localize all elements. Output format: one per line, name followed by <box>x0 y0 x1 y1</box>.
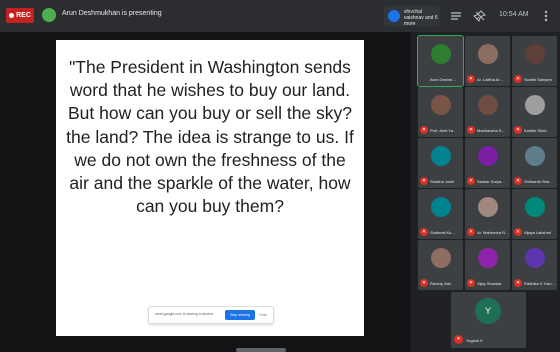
participant-name: Shalmali Ku… <box>430 230 456 235</box>
self-name: Yogesh K <box>466 338 483 343</box>
mic-off-icon: ✕ <box>514 177 522 185</box>
slide-quote: "The President in Washington sends word … <box>66 57 354 217</box>
stop-sharing-button[interactable]: Stop sharing <box>225 310 255 320</box>
participant-avatar <box>431 197 451 217</box>
grid-view-icon[interactable] <box>448 8 464 24</box>
mic-off-icon: ✕ <box>420 177 428 185</box>
presentation-stage: "The President in Washington sends word … <box>0 32 410 352</box>
participant-name: Vijaya Lakshmi <box>524 230 551 235</box>
self-avatar: Y <box>475 298 501 324</box>
participant-tile[interactable]: Arun Deshm… <box>417 35 464 87</box>
pin-icon[interactable] <box>472 8 488 24</box>
mic-off-icon: ✕ <box>420 126 428 134</box>
self-tile[interactable]: Y ✕ Yogesh K <box>451 292 526 348</box>
mic-off-icon: ✕ <box>467 279 475 287</box>
participant-tile[interactable]: ✕ Madhavsha S… <box>465 87 510 137</box>
participant-name: Raviraj Jain <box>430 281 451 286</box>
participant-name: Shubha Joshi <box>430 179 455 184</box>
participant-name: Swathi Sanyam <box>524 77 552 82</box>
screen-share-bar: meet.google.com is sharing a window Stop… <box>148 306 274 324</box>
participant-name: Sankar Surya… <box>477 179 506 184</box>
mic-off-icon: ✕ <box>467 228 475 236</box>
mic-off-icon: ✕ <box>514 279 522 287</box>
mic-off-icon: ✕ <box>420 228 428 236</box>
mic-off-icon: ✕ <box>454 335 463 344</box>
participant-tile[interactable]: ✕ Ar. Mahendra R… <box>465 189 510 239</box>
participant-avatar <box>478 248 498 268</box>
mic-off-icon: ✕ <box>514 228 522 236</box>
participant-tile[interactable]: ✕ Swathi Sanyam <box>512 36 557 86</box>
participant-tile[interactable]: ✕ Kartikk Shah <box>512 87 557 137</box>
participant-avatar <box>478 197 498 217</box>
mic-off-icon: ✕ <box>467 177 475 185</box>
participant-name: Shrikanth Sha… <box>524 179 554 184</box>
participant-name: Kartikk Shah <box>524 128 547 133</box>
controls-handle[interactable] <box>236 348 286 352</box>
participant-avatar <box>431 248 451 268</box>
participant-avatar <box>431 44 451 64</box>
participant-avatar <box>525 146 545 166</box>
participant-tile[interactable]: ✕ Ar. Lalitha Ar… <box>465 36 510 86</box>
participant-tile[interactable]: ✕ Prof. Amit Ya… <box>418 87 463 137</box>
participant-avatar <box>478 146 498 166</box>
presenter-avatar <box>42 8 56 22</box>
participant-tile[interactable]: ✕ Radhika V. Kan… <box>512 240 557 290</box>
rec-dot-icon <box>9 13 15 18</box>
mic-off-icon: ✕ <box>420 279 428 287</box>
hide-share-bar-button[interactable]: Hide <box>259 312 267 317</box>
participant-avatar <box>525 95 545 115</box>
participant-tile[interactable]: ✕ Shalmali Ku… <box>418 189 463 239</box>
participant-tile[interactable]: ✕ Raviraj Jain <box>418 240 463 290</box>
participant-avatar <box>388 10 400 22</box>
mic-off-icon: ✕ <box>467 126 475 134</box>
participant-tile[interactable]: ✕ Shrikanth Sha… <box>512 138 557 188</box>
presenter-status: Arun Deshmukhan is presenting <box>62 10 162 17</box>
participant-avatar <box>525 44 545 64</box>
participant-tile[interactable]: ✕ Vijaya Lakshmi <box>512 189 557 239</box>
share-message: meet.google.com is sharing a window <box>155 312 214 316</box>
participant-name: Vijay Shankar <box>477 281 502 286</box>
more-icon[interactable] <box>538 8 554 24</box>
participant-name: Prof. Amit Ya… <box>430 128 457 133</box>
participant-avatar <box>431 146 451 166</box>
participant-tile[interactable]: ✕ Sankar Surya… <box>465 138 510 188</box>
participant-name: Ar. Mahendra R… <box>477 230 509 235</box>
participant-name: Ar. Lalitha Ar… <box>477 77 504 82</box>
mic-off-icon: ✕ <box>467 75 475 83</box>
participant-avatar <box>525 197 545 217</box>
recording-label: REC <box>16 12 31 19</box>
participant-tile[interactable]: ✕ Vijay Shankar <box>465 240 510 290</box>
participant-avatar <box>431 95 451 115</box>
participants-badge[interactable]: shivchal vaishnav and 6 more <box>384 6 440 27</box>
participant-avatar <box>478 44 498 64</box>
participant-name: Radhika V. Kan… <box>524 281 556 286</box>
participants-badge-text: shivchal vaishnav and 6 more <box>404 9 438 27</box>
participant-avatar <box>525 248 545 268</box>
clock: 10:54 AM <box>499 11 529 18</box>
shared-slide: "The President in Washington sends word … <box>56 40 364 336</box>
participant-name: Madhavsha S… <box>477 128 506 133</box>
participant-avatar <box>478 95 498 115</box>
mic-off-icon: ✕ <box>514 126 522 134</box>
recording-badge: REC <box>6 8 34 23</box>
mic-off-icon: ✕ <box>514 75 522 83</box>
participant-tile[interactable]: ✕ Shubha Joshi <box>418 138 463 188</box>
participant-name: Arun Deshm… <box>430 77 457 82</box>
meeting-top-bar: REC Arun Deshmukhan is presenting shivch… <box>0 0 560 32</box>
